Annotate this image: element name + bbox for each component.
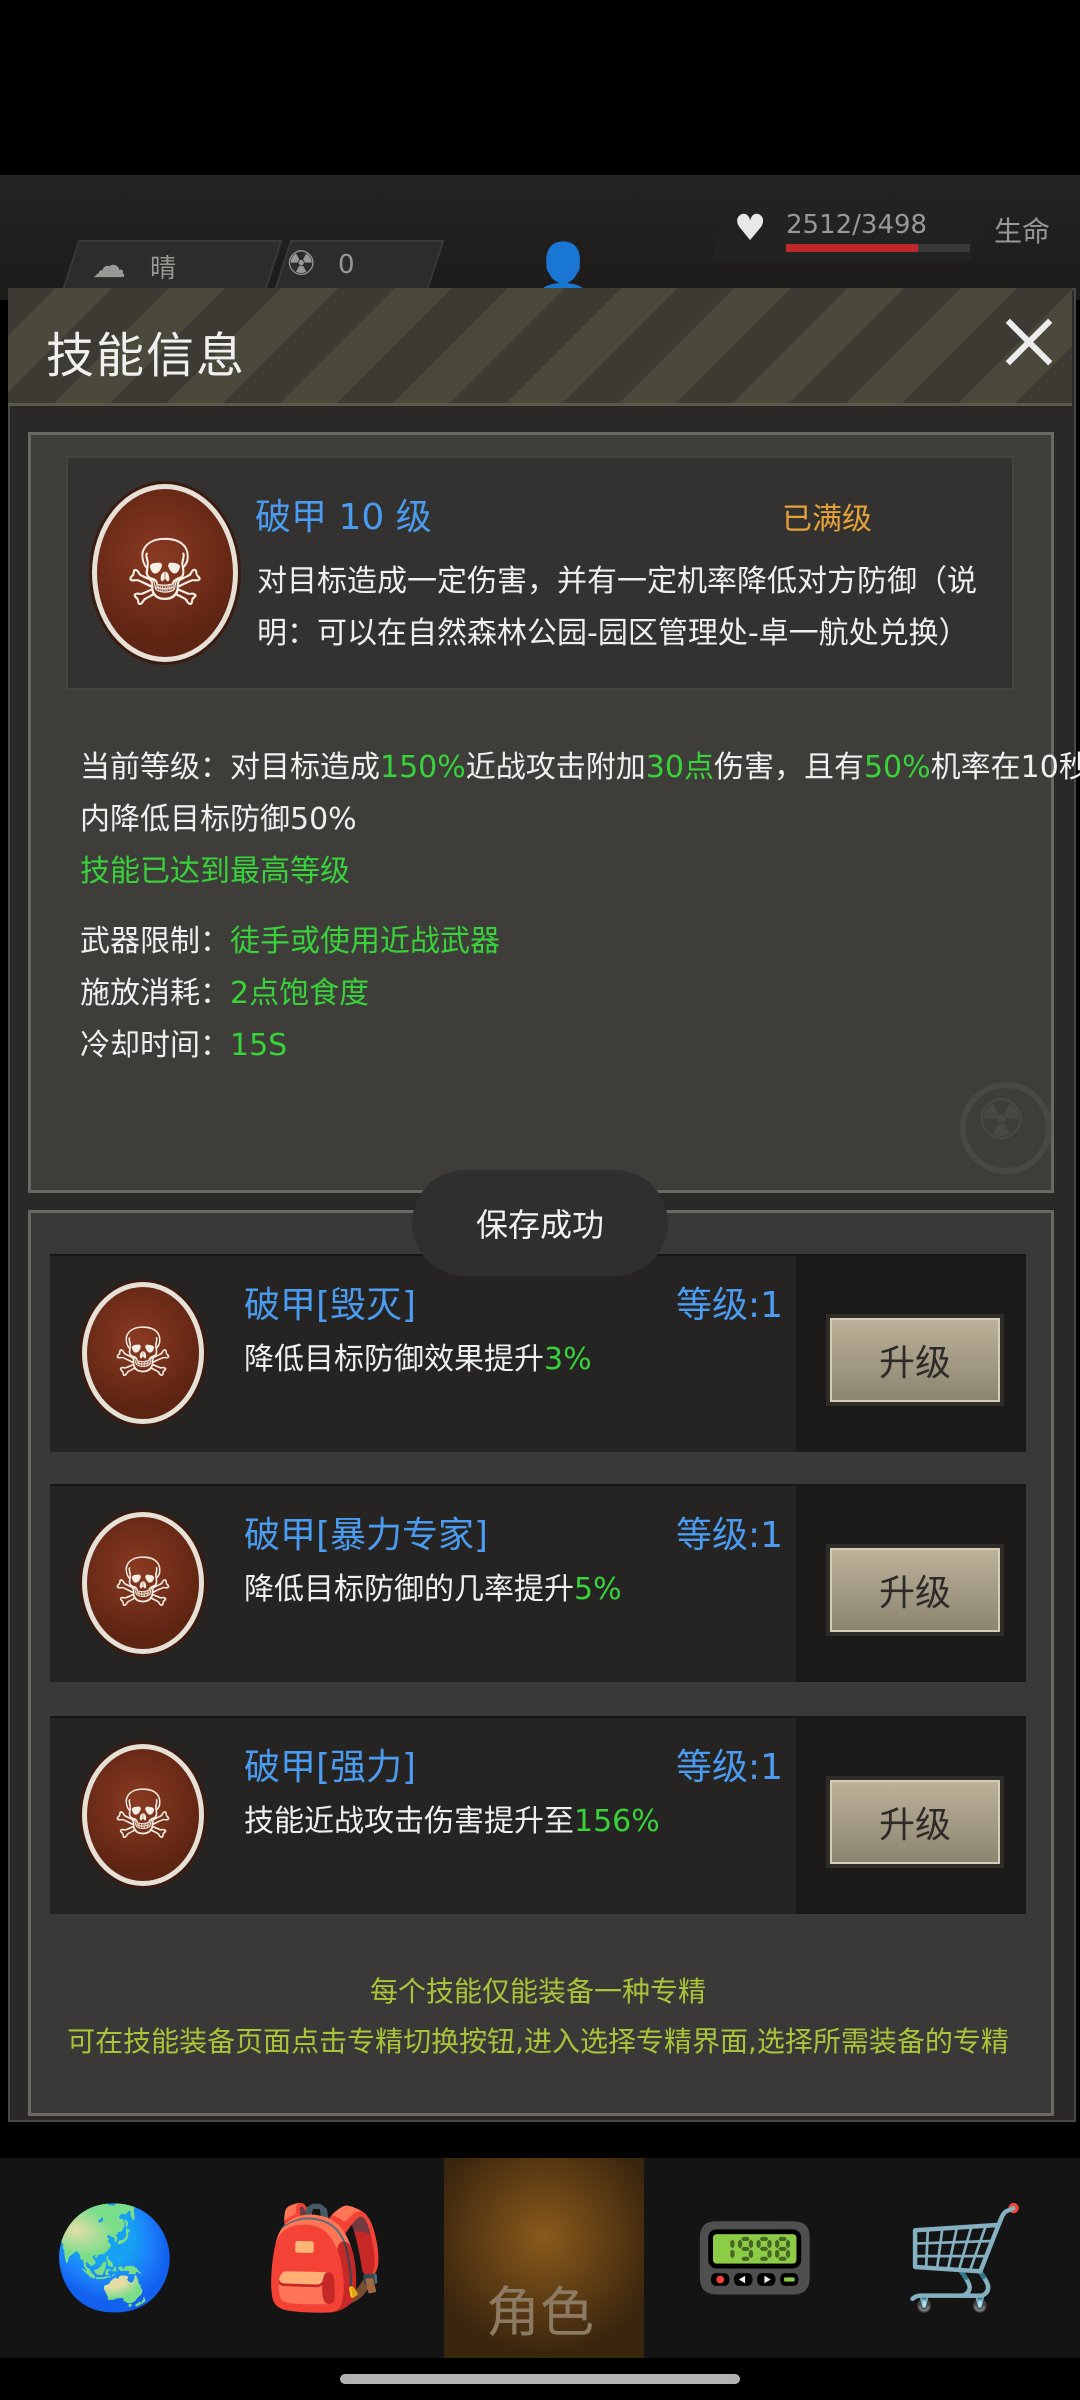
- spec-level: 等级:1: [676, 1285, 784, 1326]
- backpack-icon[interactable]: 🎒: [240, 2158, 410, 2358]
- current-level-line2: 内降低目标防御50%: [80, 802, 357, 837]
- nav-active-label: 角色: [486, 2281, 594, 2344]
- spec-name: 破甲[暴力专家]: [244, 1515, 489, 1556]
- close-icon[interactable]: [998, 312, 1058, 372]
- cooldown: 冷却时间：15S: [80, 1028, 288, 1063]
- skill-name: 破甲 10 级: [255, 497, 432, 538]
- hp-bar: [786, 244, 970, 252]
- weapon-limit: 武器限制：徒手或使用近战武器: [80, 924, 500, 959]
- hp-bar-fill: [786, 244, 919, 252]
- spec-desc: 降低目标防御的几率提升5%: [244, 1572, 622, 1607]
- current-level-line1: 当前等级：对目标造成150%近战攻击附加30点伤害，且有50%机率在10秒: [80, 750, 1080, 785]
- cast-cost: 施放消耗：2点饱食度: [80, 976, 370, 1011]
- skull-lightning-icon: ☠: [82, 1282, 204, 1424]
- hp-label: 生命: [994, 215, 1051, 248]
- globe-icon[interactable]: 🌏: [30, 2158, 200, 2358]
- spec-desc: 降低目标防御效果提升3%: [244, 1342, 592, 1377]
- upgrade-button[interactable]: 升级: [826, 1776, 1004, 1868]
- spec-name: 破甲[毁灭]: [244, 1285, 417, 1326]
- max-level-note: 技能已达到最高等级: [80, 854, 350, 889]
- spec-name: 破甲[强力]: [244, 1747, 417, 1788]
- spec-level: 等级:1: [676, 1747, 784, 1788]
- radio-icon[interactable]: 📟: [670, 2158, 840, 2358]
- specialization-row: ☠ 破甲[暴力专家] 等级:1 降低目标防御的几率提升5% 升级: [50, 1484, 1026, 1682]
- spec-note-line1: 每个技能仅能装备一种专精: [369, 1975, 706, 2008]
- toast-message: 保存成功: [412, 1170, 668, 1276]
- weather-label: 晴: [150, 254, 177, 284]
- skull-crossbones-icon: ☠: [92, 484, 238, 662]
- home-indicator[interactable]: [340, 2374, 740, 2384]
- skull-dice-icon: ☠: [82, 1512, 204, 1654]
- spec-note-line2: 可在技能装备页面点击专精切换按钮,进入选择专精界面,选择所需装备的专精: [67, 2025, 1009, 2058]
- upgrade-button[interactable]: 升级: [826, 1544, 1004, 1636]
- cloud-icon: ☁: [92, 246, 126, 286]
- specialization-row: ☠ 破甲[强力] 等级:1 技能近战攻击伤害提升至156% 升级: [50, 1716, 1026, 1914]
- cart-icon[interactable]: 🛒: [880, 2158, 1050, 2358]
- hp-value: 2512/3498: [786, 210, 928, 240]
- radiation-icon: ☢: [286, 244, 317, 284]
- spec-desc: 技能近战攻击伤害提升至156%: [244, 1804, 660, 1839]
- skill-status-badge: 已满级: [782, 502, 872, 537]
- heart-icon: ♥: [734, 208, 767, 249]
- radiation-value: 0: [338, 250, 355, 280]
- skill-description: 对目标造成一定伤害，并有一定机率降低对方防御（说明：可以在自然森林公园-园区管理…: [257, 564, 977, 651]
- skull-claw-icon: ☠: [82, 1744, 204, 1886]
- upgrade-button[interactable]: 升级: [826, 1314, 1004, 1406]
- spec-level: 等级:1: [676, 1515, 784, 1556]
- panel-title: 技能信息: [46, 328, 247, 384]
- specialization-row: ☠ 破甲[毁灭] 等级:1 降低目标防御效果提升3% 升级: [50, 1254, 1026, 1452]
- radiation-watermark-icon: [960, 1082, 1052, 1174]
